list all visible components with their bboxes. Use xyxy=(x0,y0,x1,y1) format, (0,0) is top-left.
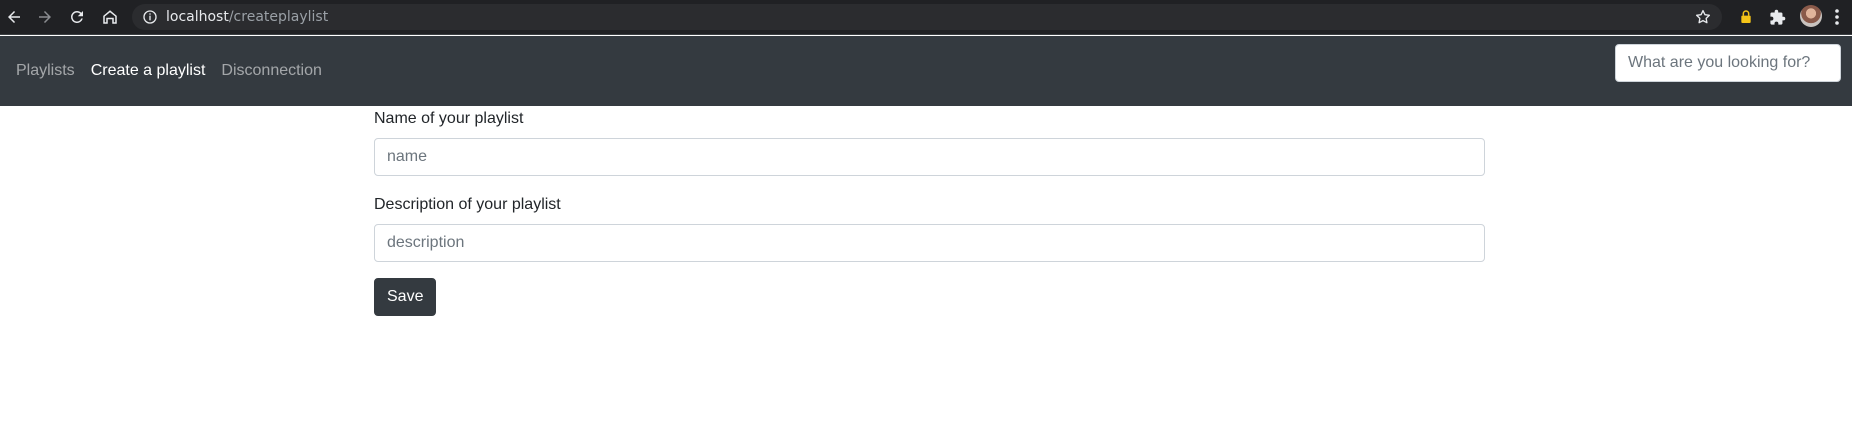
url-path: /createplaylist xyxy=(228,9,329,25)
description-label: Description of your playlist xyxy=(374,196,561,213)
reload-icon[interactable] xyxy=(65,5,89,29)
search-input[interactable] xyxy=(1615,44,1841,82)
browser-toolbar: localhost/createplaylist xyxy=(0,0,1852,35)
create-playlist-form: Name of your playlist Description of you… xyxy=(374,106,1485,316)
home-icon[interactable] xyxy=(98,5,122,29)
name-label: Name of your playlist xyxy=(374,110,524,127)
nav-links: Playlists Create a playlist Disconnectio… xyxy=(16,61,338,81)
save-button[interactable]: Save xyxy=(374,278,437,316)
avatar[interactable] xyxy=(1800,5,1822,27)
forward-icon[interactable] xyxy=(33,5,57,29)
back-icon[interactable] xyxy=(2,5,26,29)
nav-link-playlists[interactable]: Playlists xyxy=(16,61,75,81)
description-input[interactable] xyxy=(374,224,1485,262)
info-icon[interactable] xyxy=(142,9,158,25)
description-group: Description of your playlist xyxy=(374,194,1485,262)
url-host: localhost xyxy=(166,9,229,25)
name-input[interactable] xyxy=(374,138,1485,176)
lock-extension-icon[interactable] xyxy=(1735,6,1757,28)
address-bar[interactable]: localhost/createplaylist xyxy=(132,4,1722,30)
star-icon[interactable] xyxy=(1694,8,1712,26)
nav-link-disconnection[interactable]: Disconnection xyxy=(221,61,322,81)
puzzle-icon[interactable] xyxy=(1766,6,1788,28)
url-text: localhost/createplaylist xyxy=(166,9,328,25)
navbar: Playlists Create a playlist Disconnectio… xyxy=(0,36,1852,106)
nav-link-create-playlist[interactable]: Create a playlist xyxy=(91,61,206,81)
menu-dots-icon[interactable] xyxy=(1830,6,1844,28)
